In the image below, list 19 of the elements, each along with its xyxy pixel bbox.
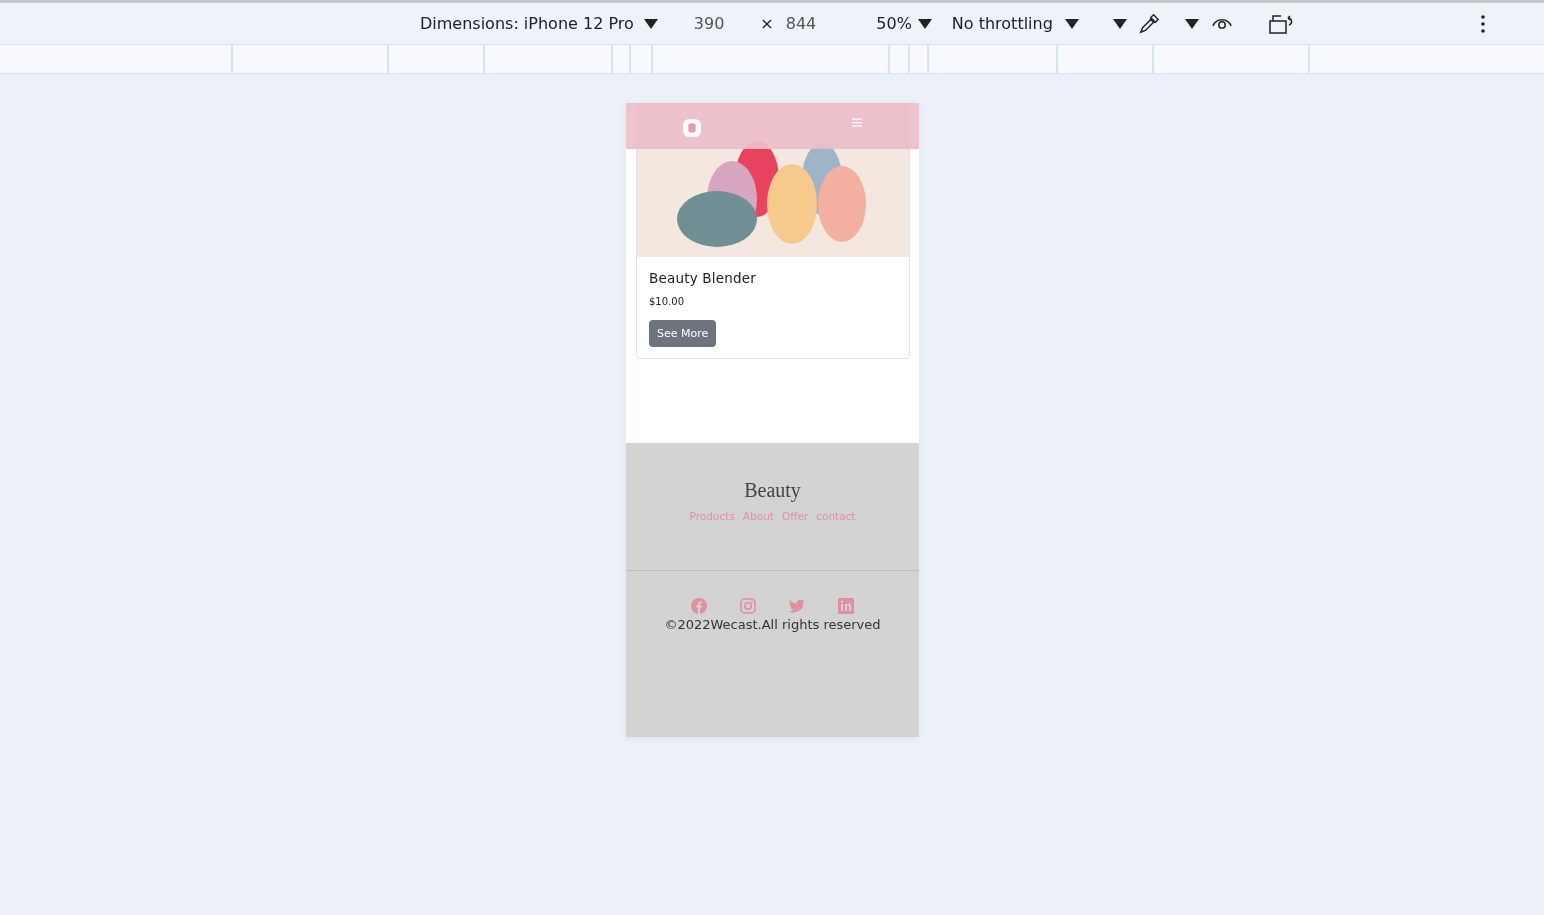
width-field[interactable]: 390: [693, 14, 725, 33]
footer-brand: Beauty: [744, 479, 801, 502]
caret-icon[interactable]: [1064, 18, 1079, 29]
times-sign: ×: [760, 14, 774, 33]
caret-icon[interactable]: [917, 18, 932, 29]
more-icon[interactable]: [1480, 13, 1485, 34]
copyright-text: ©2022Wecast.All rights reserved: [664, 617, 881, 632]
height-field[interactable]: 844: [785, 14, 817, 33]
rotate-icon[interactable]: [1268, 13, 1295, 34]
caret-icon[interactable]: [1112, 18, 1127, 29]
caret-icon[interactable]: [1184, 18, 1199, 29]
zoom-dropdown[interactable]: 50%: [876, 14, 912, 33]
eyedropper-icon[interactable]: [1136, 12, 1161, 35]
device-dropdown[interactable]: Dimensions: iPhone 12 Pro: [420, 14, 634, 33]
product-price: $10.00: [649, 296, 684, 307]
throttling-dropdown[interactable]: No throttling: [951, 14, 1053, 33]
product-title: Beauty Blender: [649, 270, 757, 286]
caret-icon[interactable]: [643, 18, 658, 29]
see-more-button[interactable]: See More: [649, 320, 717, 347]
